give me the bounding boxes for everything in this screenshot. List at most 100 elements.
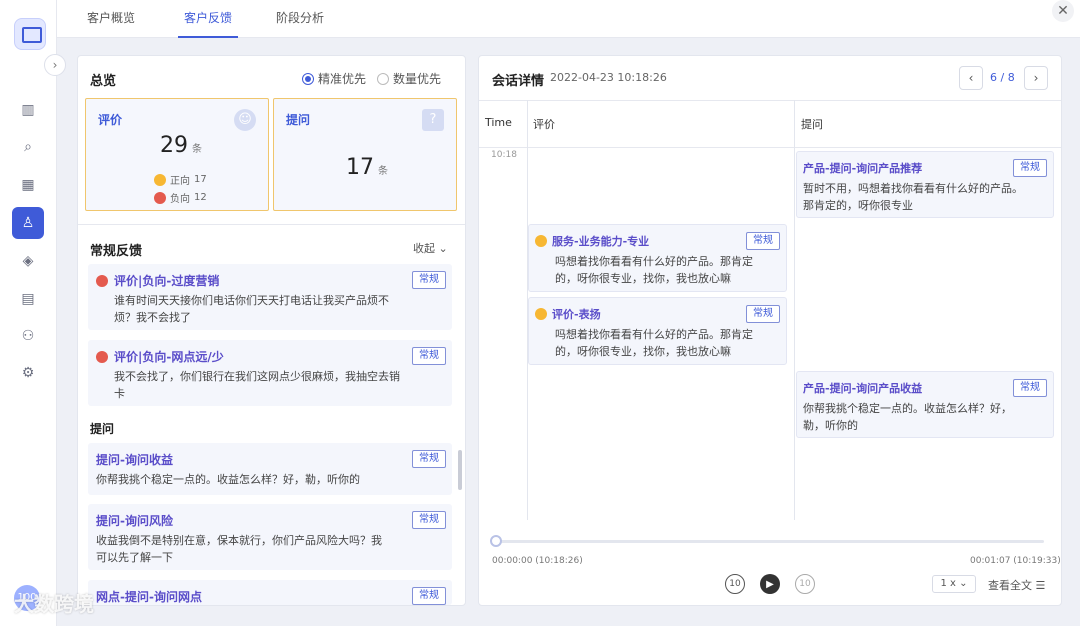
chevron-down-icon: ⌄ — [959, 578, 968, 589]
tag-regular: 常规 — [412, 450, 446, 468]
eval-label: 评价 — [98, 113, 123, 127]
session-card[interactable]: 评价-表扬 常规 吗想着找你看看有什么好的产品。那肯定的，呀你很专业，找你，我也… — [528, 297, 787, 365]
page-indicator: 6 / 8 — [990, 71, 1015, 84]
close-icon[interactable]: ✕ — [1052, 0, 1074, 22]
feedback-item[interactable]: 评价|负向-过度营销 常规 谁有时间天天接你们电话你们天天打电话让我买产品烦不烦… — [88, 264, 452, 330]
radio-label: 精准优先 — [318, 72, 367, 86]
card-title: 评价-表扬 — [535, 306, 601, 322]
question-item-text: 收益我倒不是特别在意，保本就行，你们产品风险大吗？我可以先了解一下 — [96, 534, 382, 564]
question-item-title: 提问-询问收益 — [96, 453, 173, 467]
title-text: 评价-表扬 — [552, 308, 601, 321]
eval-count: 29 — [160, 133, 188, 158]
card-text: 暂时不用，吗想着找你看看有什么好的产品。那肯定的，呀你很专业 — [803, 182, 1023, 212]
feedback-item-title: 评价|负向-过度营销 — [96, 272, 219, 289]
tab-customer-feedback[interactable]: 客户反馈 — [178, 0, 238, 38]
angry-face-icon — [154, 191, 166, 204]
feedback-item[interactable]: 评价|负向-网点远/少 常规 我不会找了，你们银行在我们这网点少很麻烦，我抽空去… — [88, 340, 452, 406]
eval-stat-card[interactable]: 评价 ☺ 29 条 正向 17 负向 12 — [85, 98, 269, 211]
question-item[interactable]: 提问-询问收益 常规 你帮我挑个稳定一点的。收益怎么样？好，勒，听你的 — [88, 443, 452, 495]
progress-track[interactable] — [496, 540, 1044, 543]
tag-regular: 常规 — [412, 587, 446, 605]
radio-precise[interactable]: 精准优先 — [302, 70, 366, 87]
tag-regular: 常规 — [412, 347, 446, 365]
collapse-toggle[interactable]: 收起 ⌄ — [413, 240, 448, 256]
question-label: 提问 — [286, 113, 311, 127]
angry-face-icon — [96, 350, 108, 363]
rewind-10-icon[interactable]: 10 — [725, 574, 745, 594]
layers-icon[interactable]: ◈ — [12, 245, 44, 277]
question-unit: 条 — [378, 166, 388, 177]
view-full-label: 查看全文 — [988, 579, 1032, 592]
settings-icon[interactable]: ⚙ — [12, 357, 44, 389]
forward-10-icon[interactable]: 10 — [795, 574, 815, 594]
next-page-button[interactable]: › — [1024, 66, 1048, 90]
prev-page-button[interactable]: ‹ — [959, 66, 983, 90]
card-title: 产品-提问-询问产品推荐 — [803, 162, 923, 175]
question-item[interactable]: 网点-提问-询问网点 常规 — [88, 580, 452, 605]
app-logo-icon — [14, 18, 46, 50]
tag-regular: 常规 — [412, 511, 446, 529]
smile-icon: ☺ — [234, 109, 256, 131]
question-item-title: 网点-提问-询问网点 — [96, 590, 202, 604]
title-text: 评价|负向-过度营销 — [114, 274, 220, 288]
neg-label: 负向 — [170, 194, 190, 205]
user-icon[interactable]: ♙ — [12, 207, 44, 239]
session-card[interactable]: 产品-提问-询问产品收益 常规 你帮我挑个稳定一点的。收益怎么样？好，勒，听你的 — [796, 371, 1054, 438]
play-icon[interactable]: ▶ — [760, 574, 780, 594]
question-stat-card[interactable]: 提问 ? 17 条 — [273, 98, 457, 211]
eval-count-wrap: 29 条 — [160, 133, 202, 158]
chart-icon[interactable]: ▥ — [12, 94, 44, 126]
title-text: 评价|负向-网点远/少 — [114, 350, 224, 364]
card-text: 你帮我挑个稳定一点的。收益怎么样？好，勒，听你的 — [803, 402, 1012, 432]
neg-count: 12 — [194, 192, 207, 203]
question-icon: ? — [422, 109, 444, 131]
search-doc-icon[interactable]: ⌕ — [12, 131, 44, 163]
question-item[interactable]: 提问-询问风险 常规 收益我倒不是特别在意，保本就行，你们产品风险大吗？我可以先… — [88, 504, 452, 570]
radio-count[interactable]: 数量优先 — [377, 70, 441, 87]
card-title: 服务-业务能力-专业 — [535, 233, 649, 249]
speed-label: 1 x — [940, 578, 956, 589]
session-card[interactable]: 产品-提问-询问产品推荐 常规 暂时不用，吗想着找你看看有什么好的产品。那肯定的… — [796, 151, 1054, 218]
radio-dot-icon — [302, 72, 314, 85]
sidebar: › ▥ ⌕ ▦ ♙ ◈ ▤ ⚇ ⚙ 100 — [0, 0, 66, 626]
session-datetime: 2022-04-23 10:18:26 — [550, 71, 667, 84]
watermark: 大数跨境 — [14, 592, 94, 616]
card-text: 吗想着找你看看有什么好的产品。那肯定的，呀你很专业，找你，我也放心嘛 — [555, 328, 753, 358]
title-text: 服务-业务能力-专业 — [552, 235, 650, 248]
feedback-item-text: 谁有时间天天接你们电话你们天天打电话让我买产品烦不烦？我不会找了 — [114, 294, 389, 324]
card-text: 吗想着找你看看有什么好的产品。那肯定的，呀你很专业，找你，我也放心嘛 — [555, 255, 753, 285]
overview-title: 总览 — [90, 74, 117, 89]
radio-dot-icon — [377, 72, 389, 85]
eval-positive: 正向 17 — [154, 172, 207, 187]
start-time: 00:00:00 (10:18:26) — [492, 556, 583, 566]
eval-negative: 负向 12 — [154, 190, 207, 205]
session-detail-title: 会话详情 — [492, 74, 545, 89]
tab-stage-analysis[interactable]: 阶段分析 — [274, 0, 326, 38]
question-item-title: 提问-询问风险 — [96, 514, 173, 528]
tag-regular: 常规 — [412, 271, 446, 289]
tag-regular: 常规 — [1013, 159, 1047, 177]
column-divider — [794, 100, 795, 520]
tag-regular: 常规 — [1013, 379, 1047, 397]
divider — [78, 224, 465, 225]
tab-customer-overview[interactable]: 客户概览 — [85, 0, 137, 38]
speed-select[interactable]: 1 x ⌄ — [932, 575, 976, 593]
view-full-text-button[interactable]: 查看全文 ☰ — [988, 577, 1045, 593]
pos-label: 正向 — [170, 176, 190, 187]
col-time: Time — [485, 116, 512, 129]
sidebar-collapse-button[interactable]: › — [44, 54, 66, 76]
scrollbar[interactable] — [458, 450, 462, 490]
calendar-icon[interactable]: ▦ — [12, 169, 44, 201]
progress-knob[interactable] — [490, 535, 502, 547]
session-card[interactable]: 服务-业务能力-专业 常规 吗想着找你看看有什么好的产品。那肯定的，呀你很专业，… — [528, 224, 787, 292]
feedback-item-text: 我不会找了，你们银行在我们这网点少很麻烦，我抽空去销卡 — [114, 370, 400, 400]
happy-face-icon — [154, 173, 166, 186]
report-icon[interactable]: ▤ — [12, 283, 44, 315]
radio-label: 数量优先 — [393, 72, 442, 86]
feedback-item-title: 评价|负向-网点远/少 — [96, 348, 224, 365]
flow-icon[interactable]: ⚇ — [12, 320, 44, 352]
card-title: 产品-提问-询问产品收益 — [803, 382, 923, 395]
tag-regular: 常规 — [746, 232, 780, 250]
pos-count: 17 — [194, 174, 207, 185]
question-section-title: 提问 — [90, 422, 115, 436]
